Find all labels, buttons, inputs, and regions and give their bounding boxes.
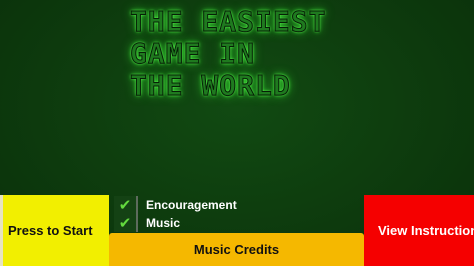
- title-line-3: THE WORLD: [130, 69, 291, 102]
- option-encouragement[interactable]: ✔ Encouragement: [114, 196, 354, 214]
- game-title: THE EASIEST GAME IN THE WORLD: [130, 5, 350, 102]
- music-credits-label: Music Credits: [193, 242, 280, 257]
- title-line-1: THE EASIEST: [130, 5, 327, 38]
- music-label: Music: [146, 216, 181, 230]
- check-icon: ✔: [118, 195, 132, 214]
- start-button[interactable]: Press to Start: [0, 195, 109, 266]
- music-checkbox[interactable]: ✔: [114, 214, 138, 232]
- options-panel: ✔ Encouragement ✔ Music: [114, 196, 354, 232]
- game-screen: THE EASIEST GAME IN THE WORLD Press to S…: [0, 0, 474, 266]
- view-instructions-label: View Instructions: [378, 223, 474, 238]
- encouragement-checkbox[interactable]: ✔: [114, 196, 138, 214]
- option-music[interactable]: ✔ Music: [114, 214, 354, 232]
- title-line-2: GAME IN: [130, 37, 256, 70]
- view-instructions-button[interactable]: View Instructions: [364, 195, 474, 266]
- start-button-label: Press to Start: [8, 223, 93, 238]
- check-icon: ✔: [118, 213, 132, 232]
- music-credits-button[interactable]: Music Credits: [109, 233, 364, 266]
- encouragement-label: Encouragement: [146, 198, 237, 212]
